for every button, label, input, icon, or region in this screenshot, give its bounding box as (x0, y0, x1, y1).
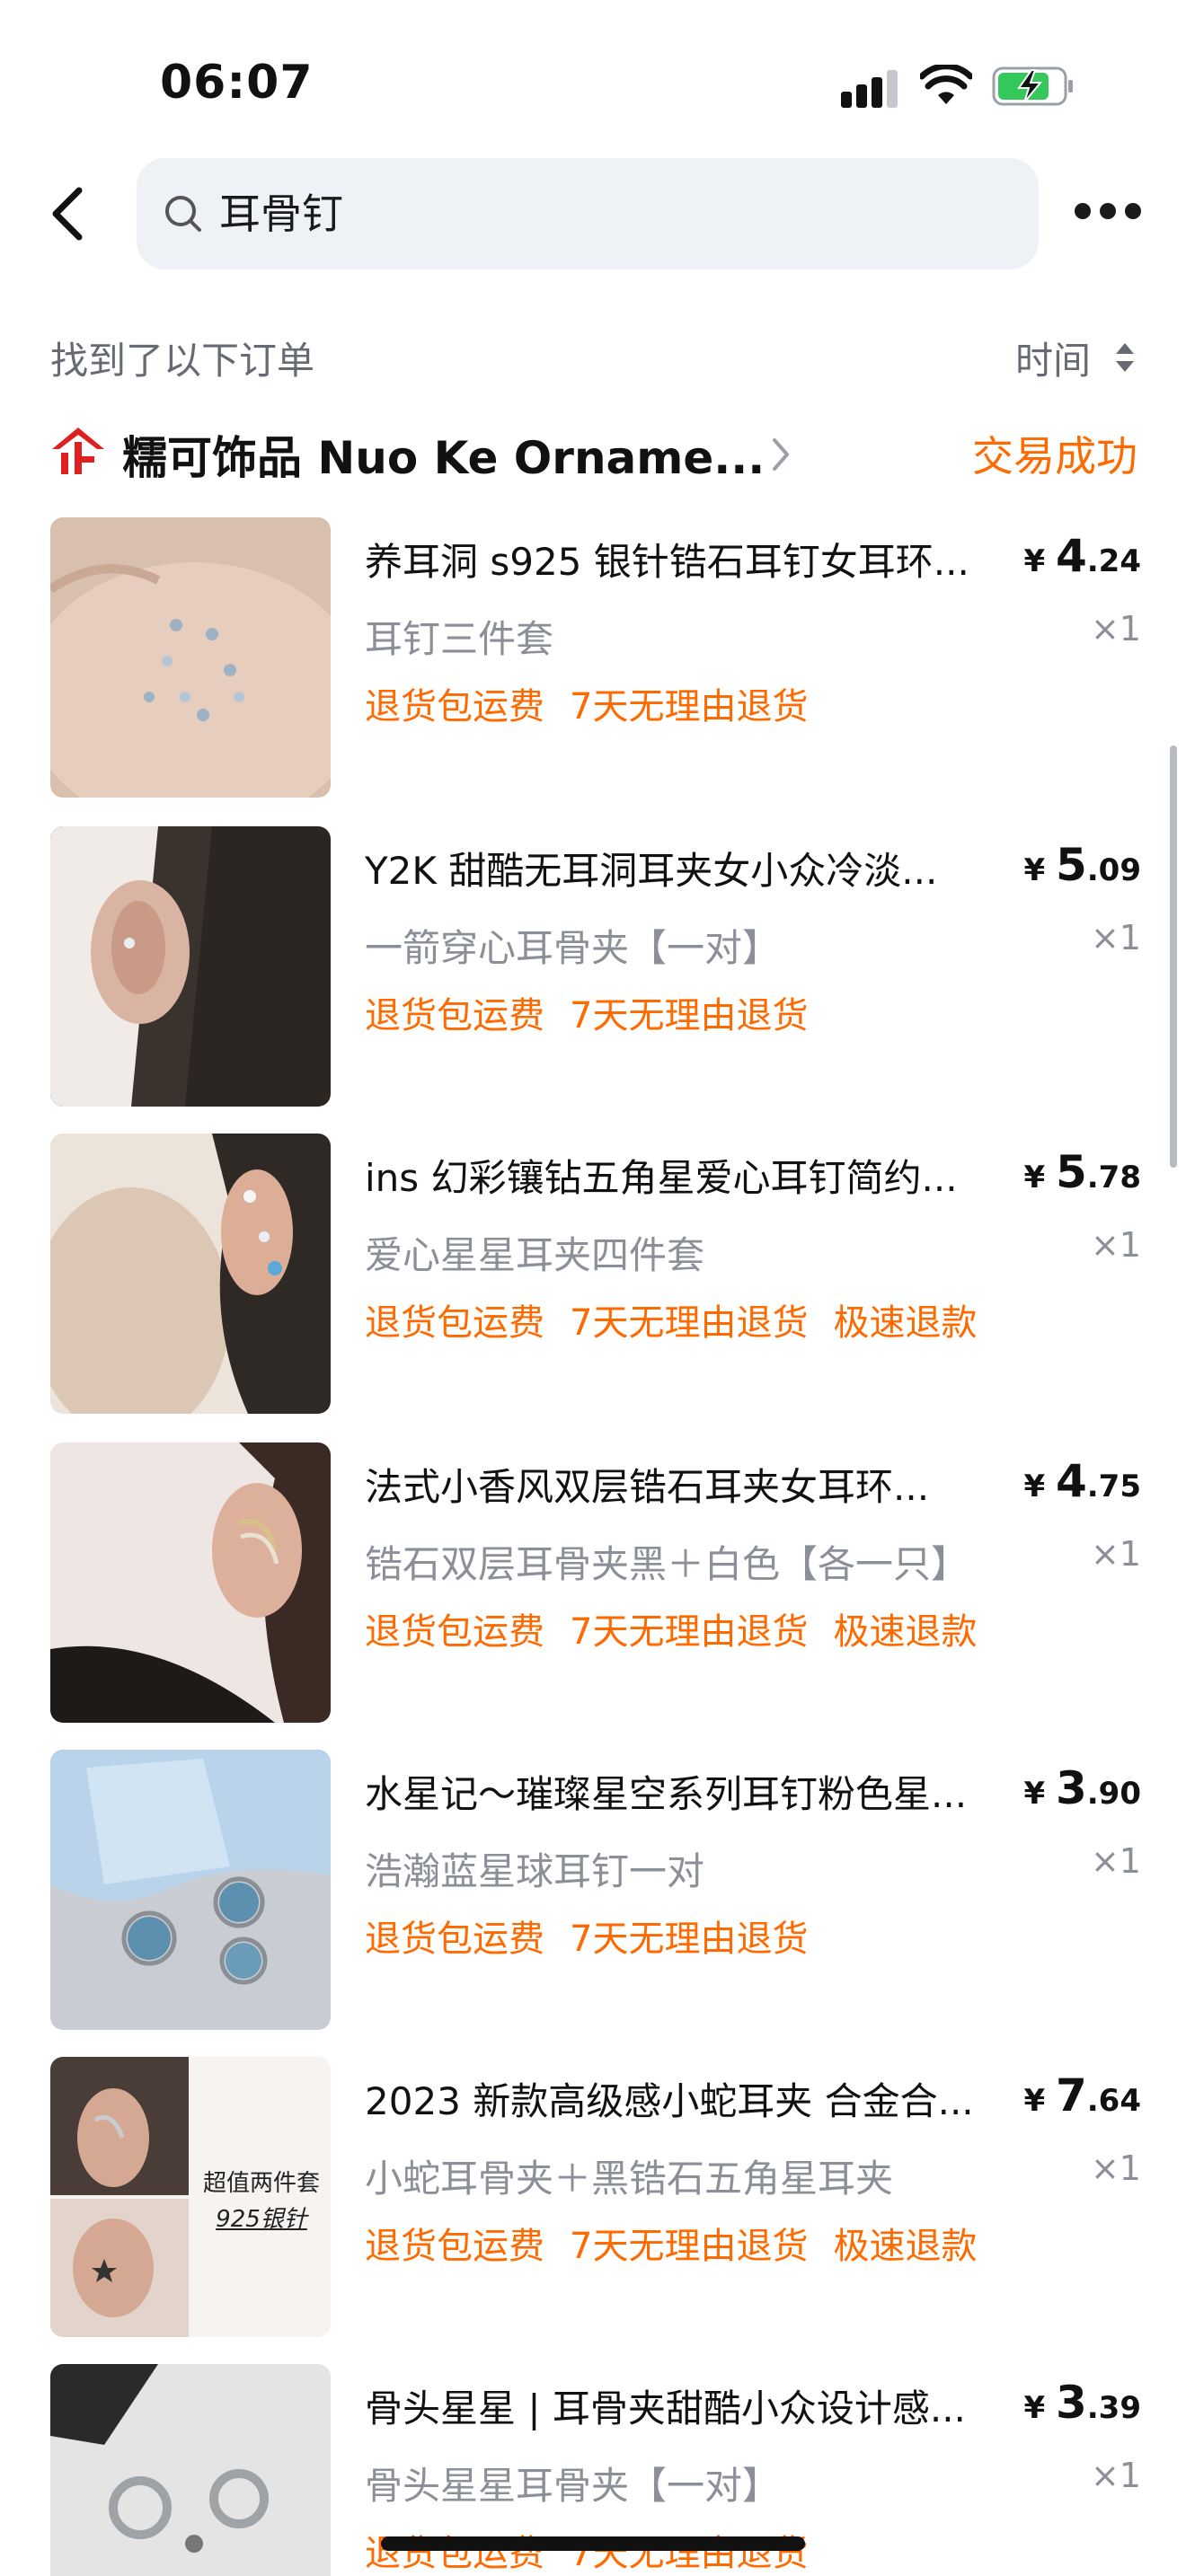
order-item[interactable]: Y2K 甜酷无耳洞耳夹女小众冷淡... ¥ 5.09 一箭穿心耳骨夹【一对】 ×… (50, 826, 1141, 1107)
shop-enterprise-icon (52, 428, 104, 474)
product-spec: 锆石双层耳骨夹黑＋白色【各一只】 (365, 1542, 969, 1586)
status-time: 06:07 (160, 56, 314, 110)
product-title: 养耳洞 s925 银针锆石耳钉女耳环... (365, 540, 969, 584)
tag-free-return-shipping: 退货包运费 (365, 686, 544, 728)
product-thumbnail[interactable] (50, 2364, 331, 2576)
thumbnail-caption: 925银针 (216, 2206, 307, 2233)
product-thumbnail[interactable]: 超值两件套 925银针 (50, 2057, 331, 2337)
cellular-signal-icon (841, 70, 898, 108)
order-item[interactable]: 法式小香风双层锆石耳夹女耳环... ¥ 4.75 锆石双层耳骨夹黑＋白色【各一只… (50, 1442, 1141, 1723)
tag-free-return-shipping: 退货包运费 (365, 1611, 544, 1653)
product-quantity: ×1 (1090, 918, 1141, 957)
product-price: ¥ 5.78 (1023, 1146, 1141, 1198)
search-input[interactable]: 耳骨钉 (137, 158, 1039, 269)
product-spec: 骨头星星耳骨夹【一对】 (365, 2464, 781, 2508)
product-spec: 耳钉三件套 (365, 617, 554, 661)
product-title: ins 幻彩镶钻五角星爱心耳钉简约... (365, 1156, 958, 1200)
tag-fast-refund: 极速退款 (833, 2226, 978, 2267)
product-title: 骨头星星 | 耳骨夹甜酷小众设计感... (365, 2386, 966, 2430)
tag-fast-refund: 极速退款 (833, 1611, 978, 1653)
found-orders-label: 找到了以下订单 (50, 339, 315, 383)
product-thumbnail[interactable] (50, 517, 331, 798)
product-quantity: ×1 (1090, 1225, 1141, 1265)
home-indicator[interactable] (381, 2536, 805, 2551)
tag-7-day-return: 7天无理由退货 (570, 995, 809, 1037)
product-quantity: ×1 (1090, 2148, 1141, 2188)
tag-free-return-shipping: 退货包运费 (365, 2226, 544, 2267)
service-tags: 退货包运费 7天无理由退货 (365, 677, 808, 729)
tag-7-day-return: 7天无理由退货 (570, 1611, 809, 1653)
service-tags: 退货包运费 7天无理由退货 (365, 1910, 808, 1962)
shop-name[interactable]: 糯可饰品 Nuo Ke Orname... (122, 422, 765, 487)
service-tags: 退货包运费 7天无理由退货 (365, 986, 808, 1038)
order-item[interactable]: 养耳洞 s925 银针锆石耳钉女耳环... ¥ 4.24 耳钉三件套 ×1 退货… (50, 517, 1141, 798)
product-title: 水星记～璀璨星空系列耳钉粉色星... (365, 1772, 968, 1816)
tag-fast-refund: 极速退款 (833, 1302, 978, 1344)
order-item[interactable]: ins 幻彩镶钻五角星爱心耳钉简约... ¥ 5.78 爱心星星耳夹四件套 ×1… (50, 1134, 1141, 1414)
tag-free-return-shipping: 退货包运费 (365, 995, 544, 1037)
product-spec: 爱心星星耳夹四件套 (365, 1233, 705, 1277)
thumbnail-caption: 超值两件套 (202, 2170, 320, 2197)
product-quantity: ×1 (1090, 1534, 1141, 1574)
tag-7-day-return: 7天无理由退货 (570, 1302, 809, 1344)
tag-free-return-shipping: 退货包运费 (365, 1302, 544, 1344)
battery-charging-icon (992, 66, 1073, 106)
tag-7-day-return: 7天无理由退货 (570, 2226, 809, 2267)
product-price: ¥ 3.90 (1023, 1762, 1141, 1814)
order-item[interactable]: 超值两件套 925银针 2023 新款高级感小蛇耳夹 合金合... ¥ 7.64… (50, 2057, 1141, 2337)
product-price: ¥ 3.39 (1023, 2377, 1141, 2429)
back-icon[interactable] (47, 185, 90, 243)
product-quantity: ×1 (1090, 1841, 1141, 1881)
tag-7-day-return: 7天无理由退货 (570, 1919, 809, 1960)
search-query: 耳骨钉 (219, 190, 343, 238)
wifi-icon (920, 65, 972, 104)
product-quantity: ×1 (1090, 2456, 1141, 2495)
service-tags: 退货包运费 7天无理由退货 极速退款 (365, 2217, 977, 2269)
product-title: 法式小香风双层锆石耳夹女耳环... (365, 1465, 930, 1509)
product-title: 2023 新款高级感小蛇耳夹 合金合... (365, 2079, 974, 2123)
sort-arrows-icon[interactable] (1112, 338, 1137, 377)
product-thumbnail[interactable] (50, 1442, 331, 1723)
tag-free-return-shipping: 退货包运费 (365, 1919, 544, 1960)
product-spec: 小蛇耳骨夹＋黑锆石五角星耳夹 (365, 2157, 894, 2201)
search-icon (165, 196, 201, 232)
thumbnail-photos (50, 2057, 189, 2337)
service-tags: 退货包运费 7天无理由退货 极速退款 (365, 1602, 977, 1654)
service-tags: 退货包运费 7天无理由退货 极速退款 (365, 1293, 977, 1345)
time-sort-button[interactable]: 时间 (1015, 331, 1091, 385)
product-thumbnail[interactable] (50, 1750, 331, 2030)
product-price: ¥ 4.75 (1023, 1455, 1141, 1507)
product-price: ¥ 7.64 (1023, 2069, 1141, 2122)
scrollbar[interactable] (1170, 745, 1177, 1168)
order-item[interactable]: 水星记～璀璨星空系列耳钉粉色星... ¥ 3.90 浩瀚蓝星球耳钉一对 ×1 退… (50, 1750, 1141, 2030)
order-status: 交易成功 (972, 432, 1137, 481)
chevron-right-icon (773, 438, 789, 471)
product-spec: 浩瀚蓝星球耳钉一对 (365, 1849, 705, 1893)
product-price: ¥ 4.24 (1023, 530, 1141, 582)
product-quantity: ×1 (1090, 609, 1141, 648)
shop-header[interactable]: 糯可饰品 Nuo Ke Orname... 交易成功 (50, 417, 1137, 489)
product-title: Y2K 甜酷无耳洞耳夹女小众冷淡... (365, 849, 938, 893)
product-price: ¥ 5.09 (1023, 839, 1141, 891)
status-bar: 06:07 (0, 0, 1186, 153)
product-thumbnail[interactable] (50, 826, 331, 1107)
more-options-icon[interactable] (1075, 203, 1141, 223)
tag-7-day-return: 7天无理由退货 (570, 686, 809, 728)
product-thumbnail[interactable] (50, 1134, 331, 1414)
product-spec: 一箭穿心耳骨夹【一对】 (365, 926, 781, 970)
